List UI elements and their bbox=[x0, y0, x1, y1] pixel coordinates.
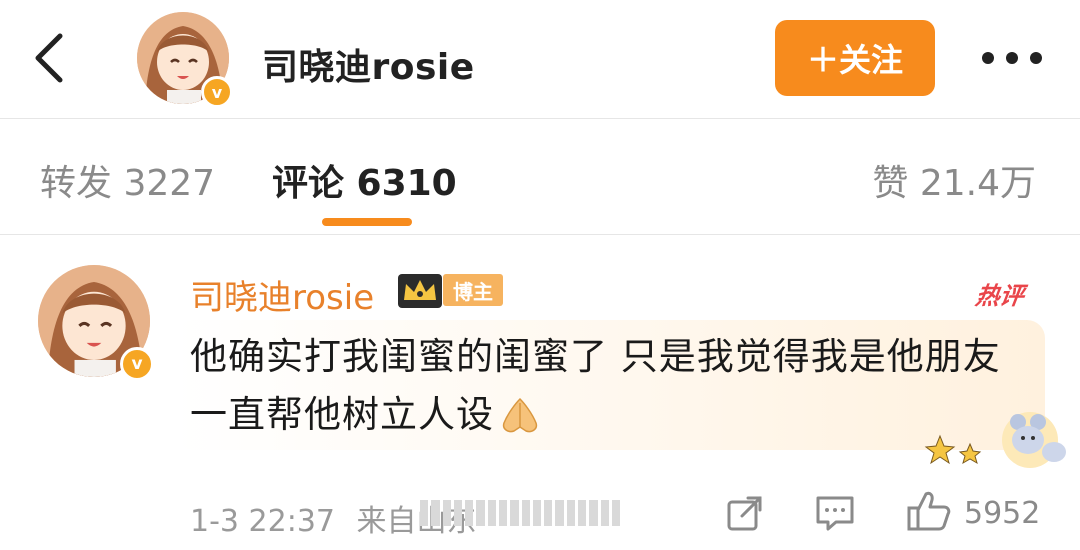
header-author-name[interactable]: 司晓迪rosie bbox=[262, 38, 475, 90]
tab-repost[interactable]: 转发 3227 bbox=[40, 154, 215, 206]
comment-icon[interactable] bbox=[814, 494, 856, 532]
active-tab-indicator bbox=[322, 218, 412, 226]
comment-text: 他确实打我闺蜜的闺蜜了 只是我觉得我是他朋友 一直帮他树立人设 bbox=[190, 328, 1010, 444]
like-thumb-icon[interactable] bbox=[906, 490, 952, 532]
tab-like[interactable]: 赞 21.4万 bbox=[872, 154, 1036, 206]
praying-hands-icon bbox=[502, 397, 538, 432]
crown-icon bbox=[398, 274, 442, 308]
header-divider bbox=[0, 118, 1080, 119]
more-dots-icon[interactable] bbox=[982, 46, 1046, 70]
comment-author-name[interactable]: 司晓迪rosie bbox=[190, 270, 374, 319]
comment-author-avatar[interactable]: v bbox=[38, 265, 158, 385]
verified-badge-icon: v bbox=[120, 347, 154, 381]
follow-button[interactable]: ＋关注 bbox=[775, 20, 935, 96]
tabs-divider bbox=[0, 234, 1080, 235]
chevron-left-icon[interactable] bbox=[28, 30, 72, 86]
redaction-bar bbox=[420, 500, 621, 526]
verified-badge-icon: v bbox=[201, 76, 233, 108]
comment-timestamp: 1-3 22:37 bbox=[190, 504, 335, 539]
hot-comment-badge: 热评 bbox=[973, 282, 1026, 310]
author-avatar[interactable]: v bbox=[137, 12, 237, 112]
tab-comment[interactable]: 评论 6310 bbox=[272, 154, 457, 206]
like-count: 5952 bbox=[964, 496, 1041, 531]
share-icon[interactable] bbox=[726, 494, 764, 532]
comment-body: 他确实打我闺蜜的闺蜜了 只是我觉得我是他朋友 一直帮他树立人设 bbox=[190, 335, 1001, 436]
post-header: v 司晓迪rosie ＋关注 bbox=[0, 0, 1080, 118]
owner-badge: 博主 bbox=[443, 274, 503, 306]
decoration-stars-icon bbox=[924, 412, 1066, 468]
